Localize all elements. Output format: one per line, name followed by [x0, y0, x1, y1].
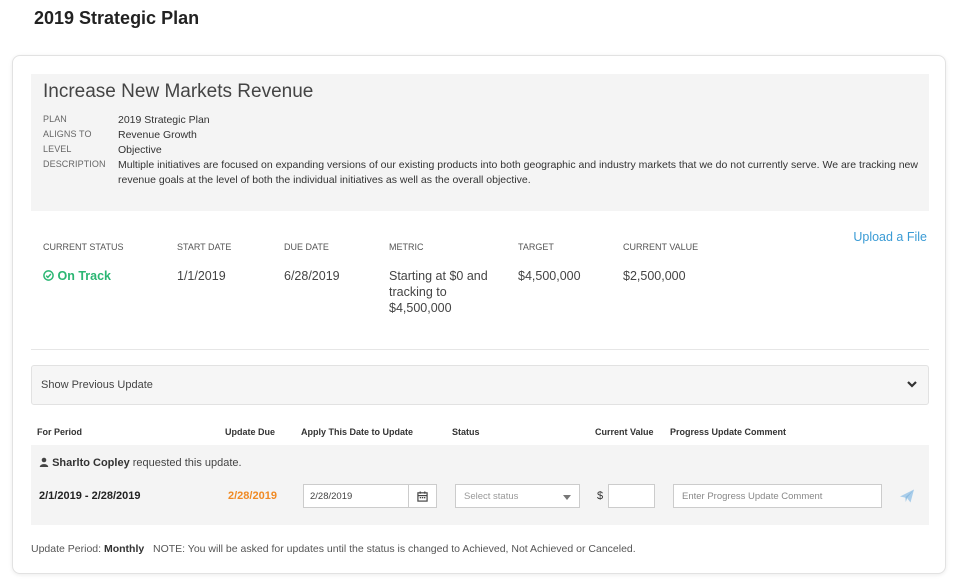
- objective-card: Increase New Markets Revenue PLAN 2019 S…: [12, 55, 946, 574]
- status-text: On Track: [57, 269, 111, 283]
- meta-value: Revenue Growth: [118, 129, 197, 141]
- chevron-down-icon: [907, 381, 917, 388]
- show-previous-update-toggle[interactable]: Show Previous Update: [31, 365, 929, 405]
- due-date-value: 6/28/2019: [284, 269, 340, 283]
- check-circle-icon: [43, 270, 54, 281]
- comment-input[interactable]: Enter Progress Update Comment: [673, 484, 882, 508]
- requester-name: Sharlto Copley: [52, 457, 130, 469]
- header-comment: Progress Update Comment: [670, 427, 787, 437]
- header-apply-date: Apply This Date to Update: [301, 427, 414, 437]
- start-date-value: 1/1/2019: [177, 269, 226, 283]
- requester-line: Sharlto Copley requested this update.: [39, 457, 242, 469]
- target-label: TARGET: [518, 242, 554, 252]
- update-due-value: 2/28/2019: [228, 490, 277, 502]
- period-value: 2/1/2019 - 2/28/2019: [39, 490, 141, 502]
- meta-key: ALIGNS TO: [43, 129, 92, 139]
- calendar-button[interactable]: [408, 484, 437, 508]
- status-badge: On Track: [43, 268, 111, 284]
- send-icon[interactable]: [899, 488, 915, 504]
- footer-note-text: NOTE: You will be asked for updates unti…: [152, 543, 636, 555]
- metric-value: Starting at $0 and tracking to $4,500,00…: [389, 269, 488, 315]
- apply-date-input[interactable]: 2/28/2019: [303, 484, 409, 508]
- current-value-input[interactable]: [608, 484, 655, 508]
- status-select[interactable]: Select status: [455, 484, 580, 508]
- current-status-label: CURRENT STATUS: [43, 242, 124, 252]
- current-value-label: CURRENT VALUE: [623, 242, 699, 252]
- calendar-icon: [417, 491, 428, 502]
- metric-label: METRIC: [389, 242, 424, 252]
- current-value-value: $2,500,000: [623, 269, 686, 283]
- page-title: 2019 Strategic Plan: [34, 8, 200, 28]
- footer-note: Update Period: Monthly NOTE: You will be…: [31, 543, 636, 555]
- meta-key: LEVEL: [43, 144, 72, 154]
- objective-summary: Increase New Markets Revenue PLAN 2019 S…: [31, 74, 929, 211]
- header-update-due: Update Due: [225, 427, 276, 437]
- update-period-label: Update Period:: [31, 543, 104, 555]
- header-for-period: For Period: [37, 427, 83, 437]
- header-status: Status: [452, 427, 480, 437]
- status-placeholder: Select status: [464, 491, 519, 502]
- previous-update-label: Show Previous Update: [41, 379, 153, 391]
- header-current-value: Current Value: [595, 427, 654, 437]
- objective-title: Increase New Markets Revenue: [43, 81, 314, 102]
- meta-key: PLAN: [43, 114, 67, 124]
- meta-value: 2019 Strategic Plan: [118, 114, 210, 126]
- currency-symbol: $: [597, 490, 604, 502]
- meta-key: DESCRIPTION: [43, 159, 106, 169]
- divider: [31, 349, 929, 350]
- meta-value: Objective: [118, 144, 162, 156]
- requester-suffix: requested this update.: [129, 457, 242, 469]
- start-date-label: START DATE: [177, 242, 232, 252]
- upload-file-link[interactable]: Upload a File: [853, 230, 927, 244]
- update-period-value: Monthly: [103, 543, 145, 555]
- due-date-label: DUE DATE: [284, 242, 329, 252]
- meta-value: Multiple initiatives are focused on expa…: [118, 159, 918, 186]
- target-value: $4,500,000: [518, 269, 581, 283]
- caret-down-icon: [563, 495, 571, 500]
- update-row: Sharlto Copley requested this update. 2/…: [31, 445, 929, 525]
- user-icon: [39, 457, 49, 467]
